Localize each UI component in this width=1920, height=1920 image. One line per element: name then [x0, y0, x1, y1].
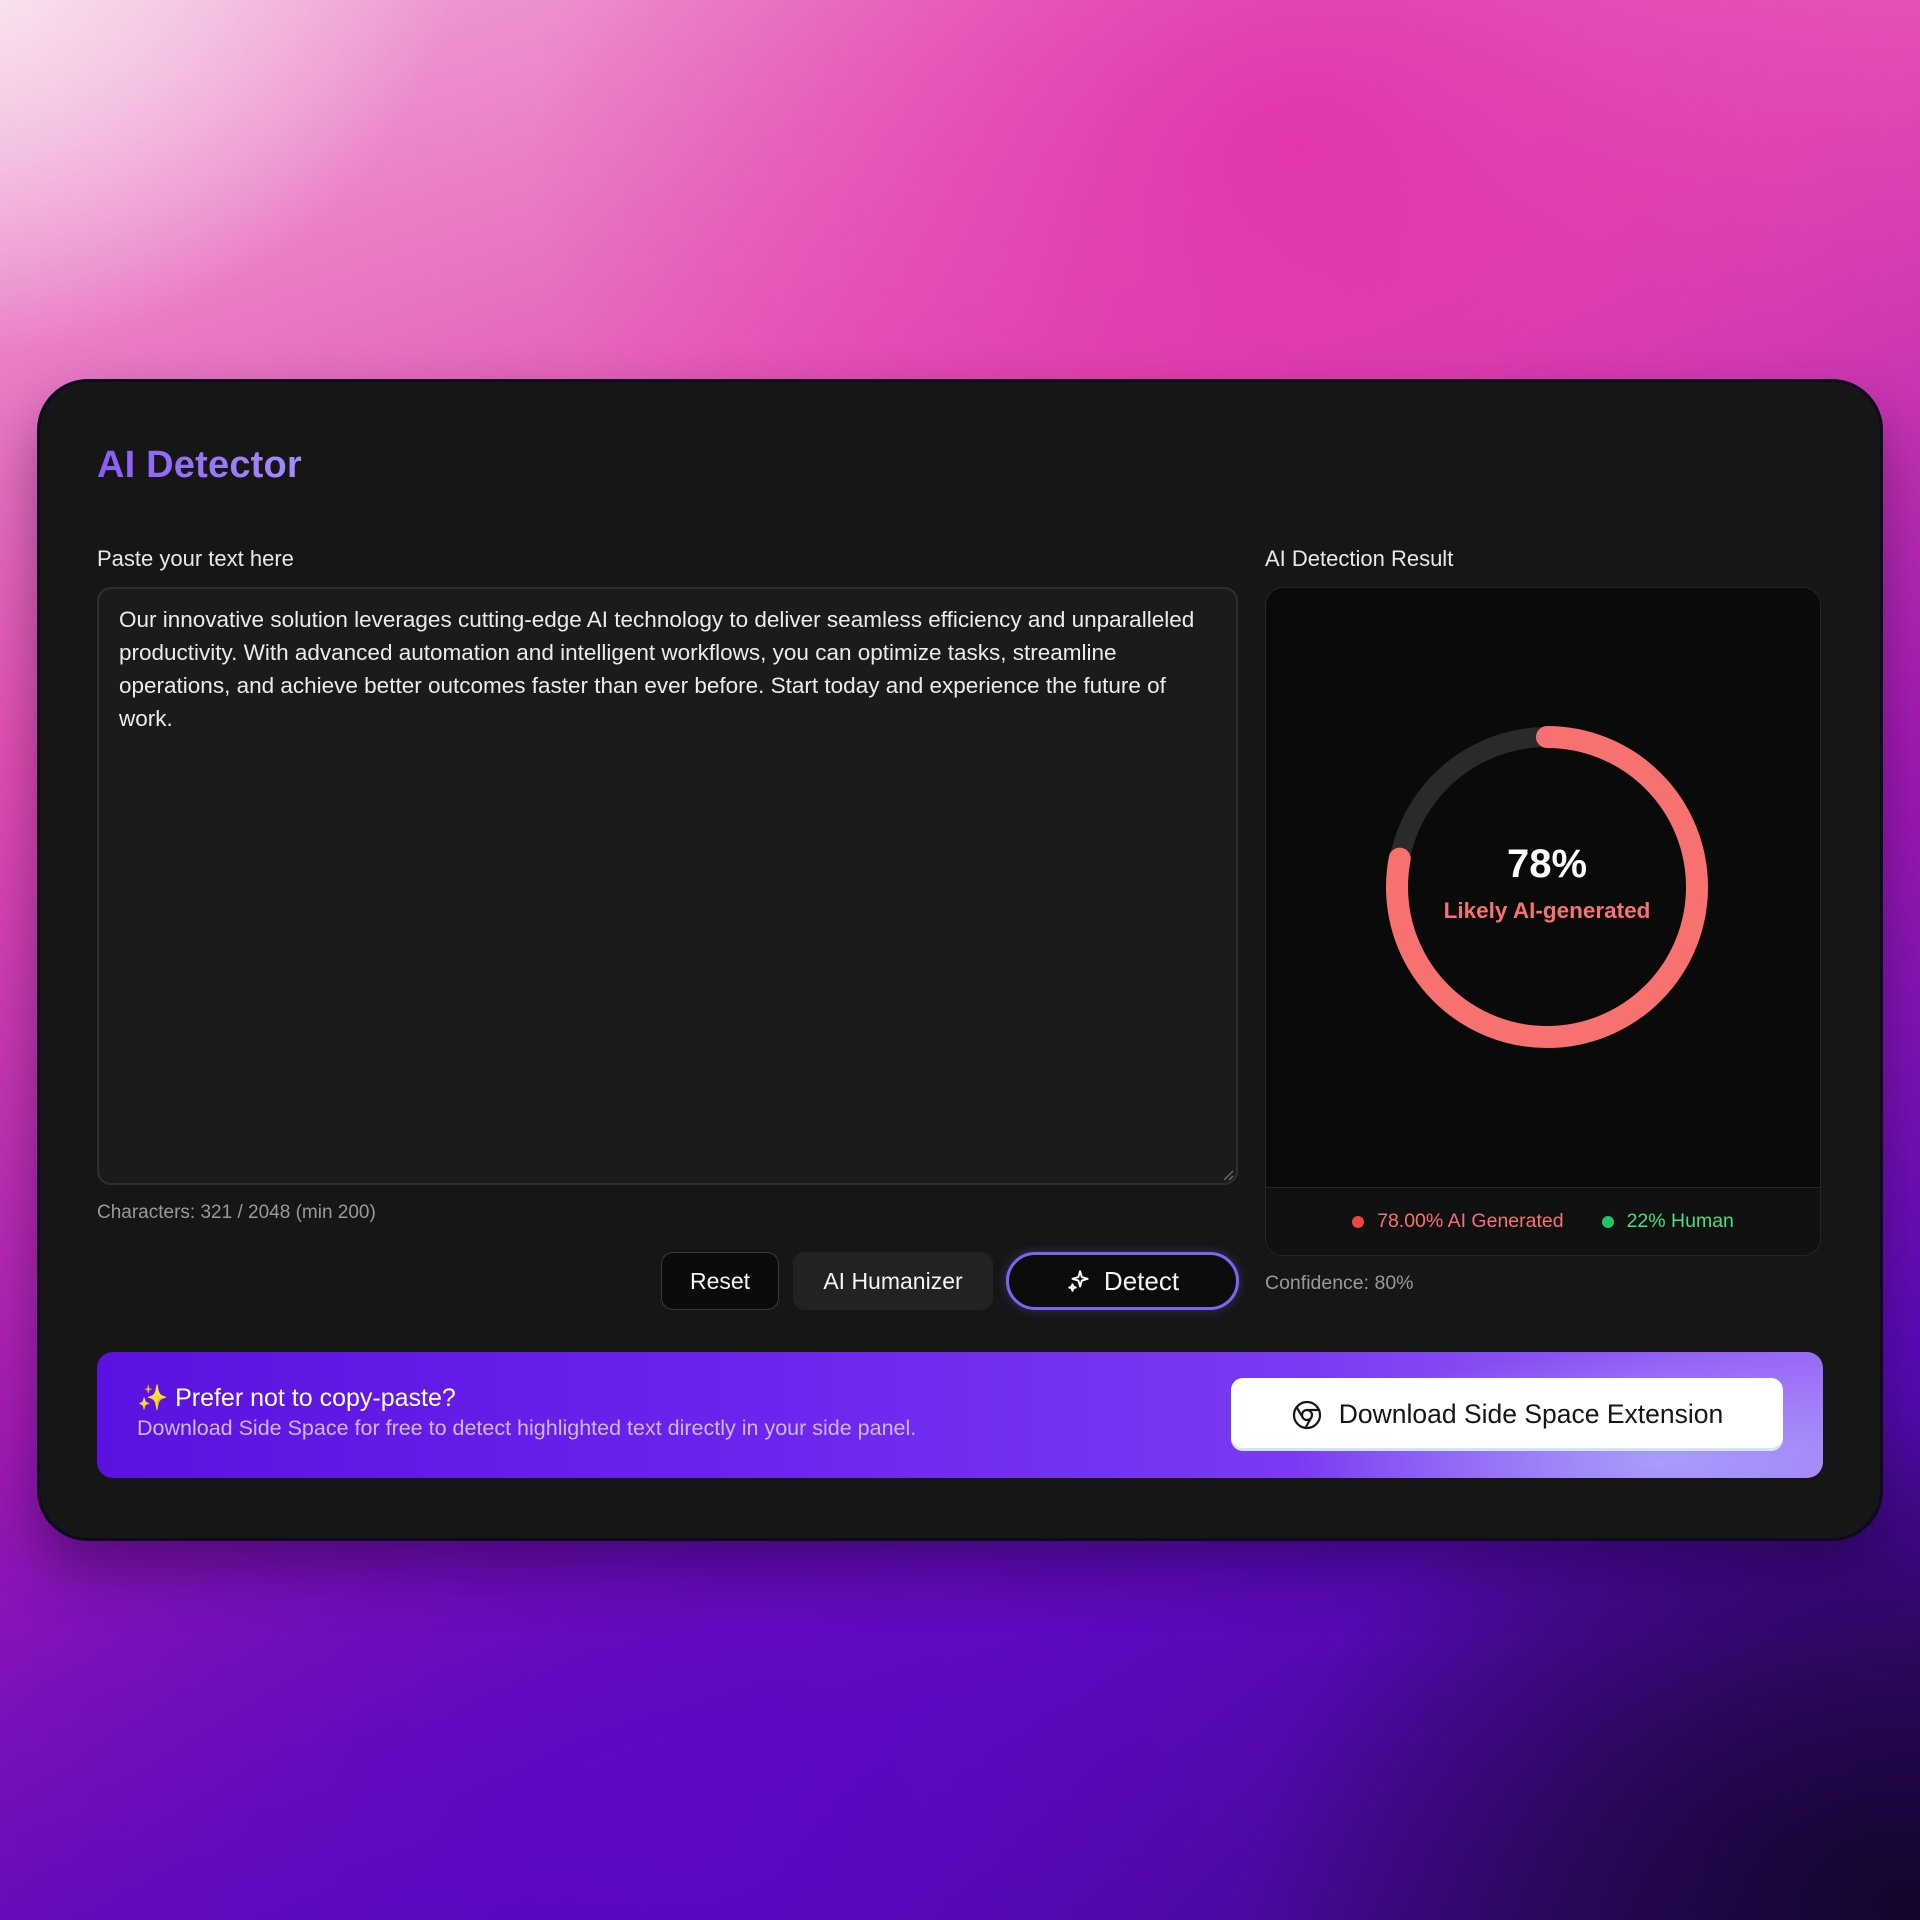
input-label: Paste your text here — [97, 546, 294, 571]
ai-humanizer-button[interactable]: AI Humanizer — [793, 1252, 993, 1310]
legend-human-label: 22% Human — [1626, 1210, 1734, 1232]
red-dot-icon — [1352, 1215, 1365, 1228]
verdict-text: Likely AI-generated — [1443, 898, 1651, 923]
legend-ai-label: 78.00% AI Generated — [1377, 1210, 1564, 1232]
result-panel: 78% Likely AI-generated 78.00% AI Genera… — [1265, 587, 1821, 1256]
promo-title: ✨ Prefer not to copy-paste? — [137, 1384, 456, 1412]
result-legend: 78.00% AI Generated 22% Human — [1266, 1187, 1820, 1255]
text-input[interactable]: Our innovative solution leverages cuttin… — [97, 587, 1238, 1185]
ai-humanizer-button-label: AI Humanizer — [823, 1267, 963, 1294]
green-dot-icon — [1601, 1215, 1614, 1228]
ai-percentage: 78% — [1506, 842, 1588, 886]
reset-button[interactable]: Reset — [661, 1252, 779, 1310]
ai-detector-card: AI Detector Paste your text here Our inn… — [40, 382, 1880, 1538]
chrome-icon — [1292, 1400, 1321, 1429]
gauge-ring — [1386, 726, 1708, 1048]
legend-human: 22% Human — [1601, 1210, 1734, 1233]
confidence-text: Confidence: 80% — [1265, 1272, 1414, 1294]
reset-button-label: Reset — [689, 1267, 751, 1294]
detect-button[interactable]: Detect — [1006, 1252, 1239, 1310]
resize-handle-icon[interactable] — [1222, 1169, 1234, 1181]
page-title: AI Detector — [97, 444, 302, 486]
promo-subtitle: Download Side Space for free to detect h… — [137, 1416, 917, 1440]
legend-ai: 78.00% AI Generated — [1352, 1210, 1564, 1233]
promo-banner: ✨ Prefer not to copy-paste? Download Sid… — [97, 1352, 1823, 1478]
download-extension-label: Download Side Space Extension — [1338, 1399, 1724, 1429]
result-label: AI Detection Result — [1265, 546, 1454, 571]
detect-button-label: Detect — [1103, 1265, 1180, 1296]
ai-score-gauge: 78% Likely AI-generated — [1382, 722, 1712, 1052]
download-extension-button[interactable]: Download Side Space Extension — [1231, 1378, 1783, 1451]
character-count: Characters: 321 / 2048 (min 200) — [97, 1202, 376, 1223]
sparkles-icon — [1068, 1270, 1089, 1292]
